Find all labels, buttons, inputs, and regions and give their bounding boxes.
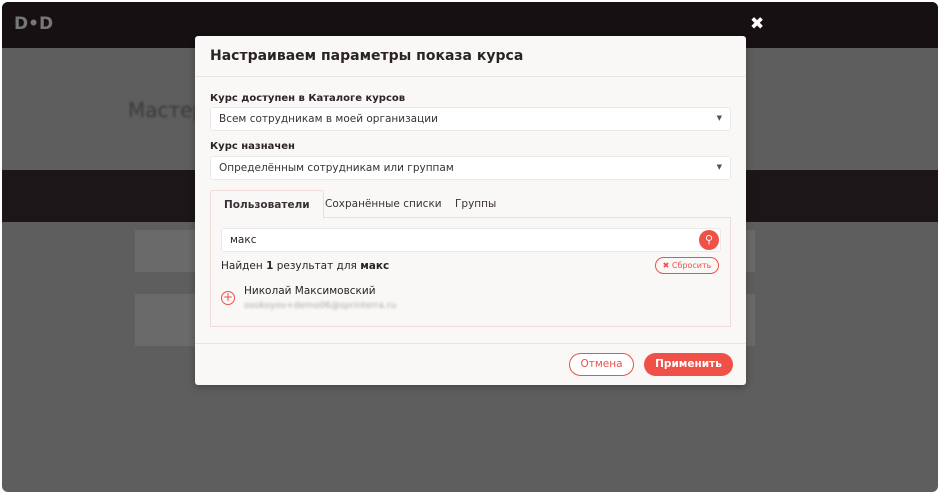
search-icon[interactable]: ⚲ bbox=[699, 230, 719, 250]
assigned-select[interactable]: Определённым сотрудникам или группам ▼ bbox=[210, 156, 731, 180]
add-user-plus-icon[interactable]: + bbox=[221, 291, 235, 305]
result-summary: Найден 1 результат для макс bbox=[221, 260, 389, 272]
result-prefix: Найден bbox=[221, 260, 267, 272]
search-input[interactable]: макс ⚲ bbox=[221, 228, 721, 252]
catalog-label: Курс доступен в Каталоге курсов bbox=[210, 93, 406, 104]
logo: D•D bbox=[14, 14, 54, 34]
result-query: макс bbox=[360, 260, 390, 272]
tab-groups[interactable]: Группы bbox=[442, 190, 509, 219]
reset-button[interactable]: ✖ Сбросить bbox=[655, 257, 719, 274]
tab-users[interactable]: Пользователи bbox=[210, 190, 324, 219]
course-visibility-modal: Настраиваем параметры показа курса Курс … bbox=[195, 36, 746, 385]
users-panel: макс ⚲ Найден 1 результат для макс ✖ Сбро… bbox=[210, 218, 731, 327]
caret-down-icon: ▼ bbox=[716, 114, 722, 122]
cancel-button[interactable]: Отмена bbox=[569, 353, 634, 376]
background-page-title: Мастер bbox=[128, 98, 206, 122]
modal-footer-divider bbox=[195, 343, 746, 344]
catalog-select[interactable]: Всем сотрудникам в моей организации ▼ bbox=[210, 107, 731, 131]
modal-title: Настраиваем параметры показа курса bbox=[195, 36, 746, 77]
result-middle: результат для bbox=[273, 260, 361, 272]
caret-down-icon: ▼ bbox=[716, 163, 722, 171]
tab-saved-lists[interactable]: Сохранённые списки bbox=[312, 190, 455, 219]
search-value: макс bbox=[230, 234, 257, 246]
assigned-value: Определённым сотрудникам или группам bbox=[219, 162, 454, 174]
catalog-value: Всем сотрудникам в моей организации bbox=[219, 113, 438, 125]
user-email: osokoyov+demo06@sprinterra.ru bbox=[244, 301, 397, 311]
close-icon[interactable]: ✖ bbox=[750, 14, 764, 34]
user-name: Николай Максимовский bbox=[244, 285, 376, 297]
tabs: Пользователи Сохранённые списки Группы bbox=[210, 190, 731, 219]
assigned-label: Курс назначен bbox=[210, 141, 295, 152]
apply-button[interactable]: Применить bbox=[644, 353, 733, 376]
